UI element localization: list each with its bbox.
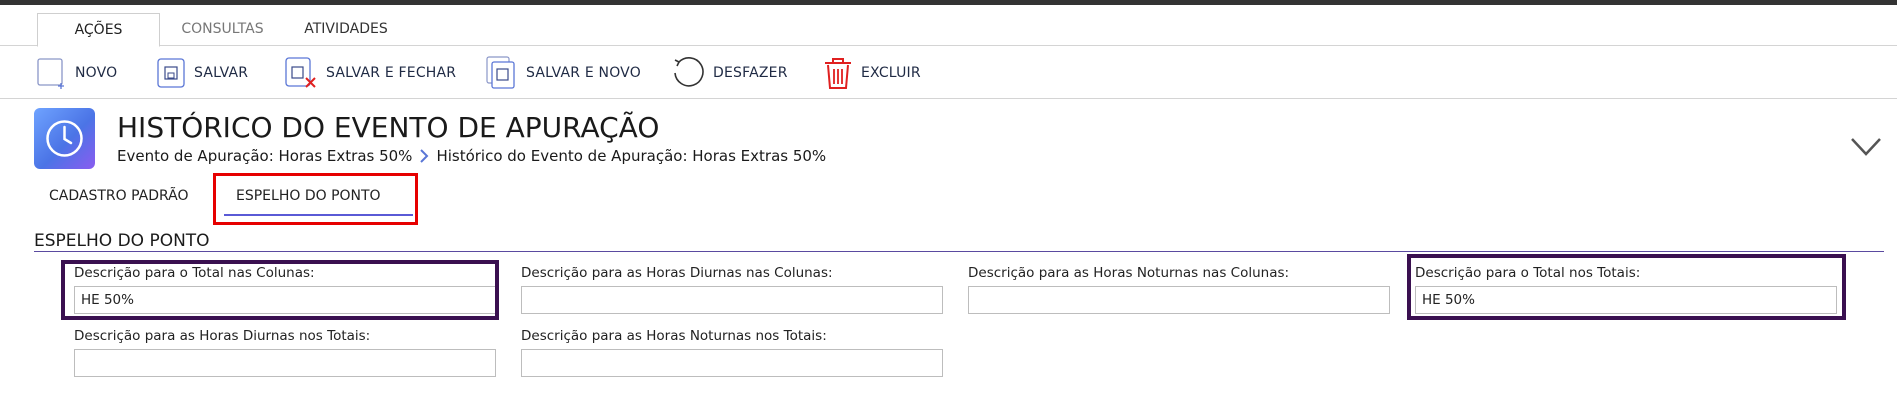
field-noturnas-totais: Descrição para as Horas Noturnas nos Tot… [521,328,943,377]
section-title: ESPELHO DO PONTO [34,231,210,251]
clock-icon [34,108,95,169]
desfazer-button[interactable]: DESFAZER [671,55,788,91]
save-close-icon [285,57,316,88]
field-diurnas-colunas: Descrição para as Horas Diurnas nas Colu… [521,265,943,314]
field-label: Descrição para as Horas Noturnas nos Tot… [521,328,827,344]
highlight-box-total-totais [1407,254,1846,320]
tab-cadastro-padrao[interactable]: CADASTRO PADRÃO [49,188,189,204]
field-label: Descrição para as Horas Diurnas nos Tota… [74,328,371,344]
tab-consultas[interactable]: CONSULTAS [172,13,273,47]
chevron-right-icon [418,148,430,164]
tab-acoes[interactable]: AÇÕES [37,13,160,47]
salvar-novo-label: SALVAR E NOVO [526,65,641,81]
noturnas-colunas-input[interactable] [968,286,1390,314]
highlight-box-tab [213,173,418,225]
breadcrumb-item-historico: Histórico do Evento de Apuração: Horas E… [436,147,827,165]
salvar-label: SALVAR [194,65,249,81]
save-icon [157,58,185,88]
field-diurnas-totais: Descrição para as Horas Diurnas nos Tota… [74,328,496,377]
salvar-fechar-button[interactable]: SALVAR E FECHAR [284,55,456,91]
novo-label: NOVO [75,65,118,81]
excluir-button[interactable]: EXCLUIR [823,55,921,91]
save-new-icon [486,56,515,89]
field-noturnas-colunas: Descrição para as Horas Noturnas nas Col… [968,265,1390,314]
trash-icon [825,58,851,89]
novo-button[interactable]: NOVO [37,55,117,91]
diurnas-colunas-input[interactable] [521,286,943,314]
breadcrumb-item-evento[interactable]: Evento de Apuração: Horas Extras 50% [117,147,412,165]
undo-icon [674,57,704,87]
tab-atividades[interactable]: ATIVIDADES [290,13,402,47]
ribbon-tabs: AÇÕES CONSULTAS ATIVIDADES [0,5,1897,47]
diurnas-totais-input[interactable] [74,349,496,377]
chevron-down-icon[interactable] [1850,136,1882,162]
noturnas-totais-input[interactable] [521,349,943,377]
field-label: Descrição para as Horas Noturnas nas Col… [968,265,1290,281]
desfazer-label: DESFAZER [713,65,788,81]
breadcrumb: Evento de Apuração: Horas Extras 50% His… [117,147,826,165]
new-document-icon [37,58,64,89]
excluir-label: EXCLUIR [861,65,921,81]
field-label: Descrição para as Horas Diurnas nas Colu… [521,265,833,281]
salvar-button[interactable]: SALVAR [156,55,248,91]
section-divider [34,251,1884,252]
highlight-box-total-colunas [61,260,499,320]
salvar-novo-button[interactable]: SALVAR E NOVO [486,55,641,91]
salvar-fechar-label: SALVAR E FECHAR [326,65,457,81]
page-title: HISTÓRICO DO EVENTO DE APURAÇÃO [117,111,660,144]
toolbar: NOVO SALVAR SALVAR E FECHAR SALVAR E NOV… [0,47,1897,99]
